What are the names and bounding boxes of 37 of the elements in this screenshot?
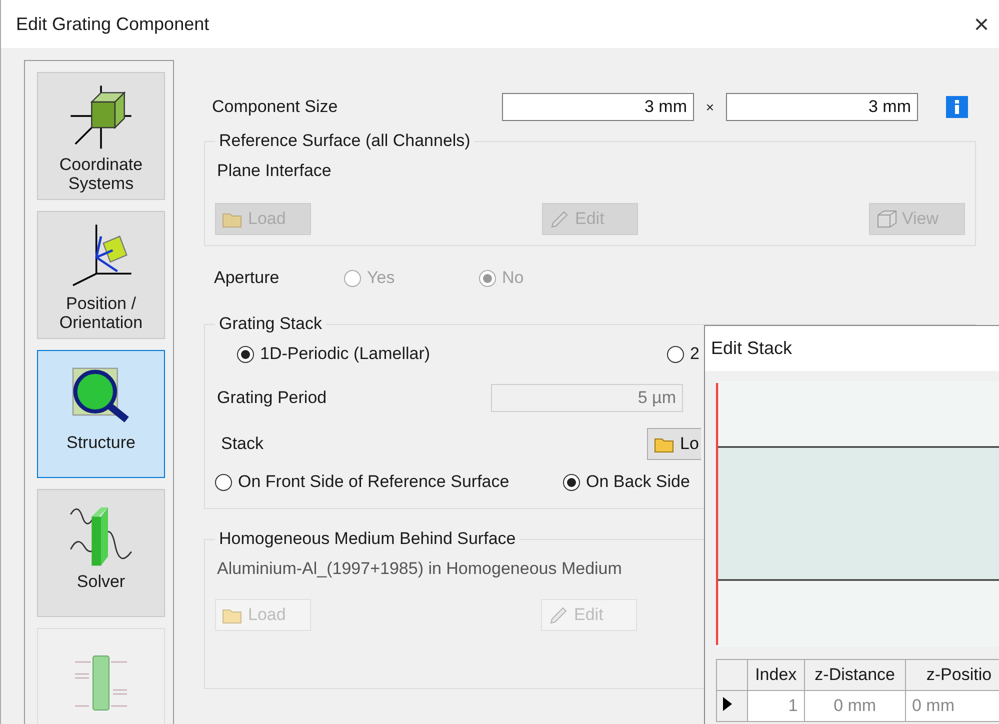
component-size-label: Component Size — [212, 97, 339, 117]
table-cell: 1 — [748, 690, 804, 722]
radio-label: 2 — [690, 344, 700, 364]
group-title: Grating Stack — [218, 314, 323, 334]
column-header: z-Distance — [804, 660, 906, 690]
medium-value: Aluminium-Al_(1997+1985) in Homogeneous Medium — [217, 559, 623, 579]
radio-label: 1D-Periodic (Lamellar) — [260, 344, 430, 364]
radio-button[interactable] — [563, 474, 580, 490]
radio-button[interactable] — [667, 346, 684, 362]
width-input[interactable]: 3 mm — [502, 93, 694, 121]
grating-period-label: Grating Period — [217, 388, 328, 408]
radio-label: No — [502, 268, 524, 288]
column-header: Index — [748, 660, 804, 690]
stack-label: Stack — [221, 434, 265, 454]
radio-label: On Front Side of Reference Surface — [238, 472, 510, 492]
table-cell: 0 mm — [804, 690, 906, 722]
load-button[interactable]: Lo — [647, 428, 701, 460]
info-icon[interactable] — [946, 96, 968, 118]
group-title: Homogeneous Medium Behind Surface — [218, 529, 517, 549]
sidebar-item[interactable]: Structure — [37, 350, 165, 478]
radio-label: Yes — [367, 268, 395, 288]
radio-label: On Back Side — [586, 472, 690, 492]
sidebar-item[interactable]: Position / Orientation — [37, 211, 165, 339]
window-title: Edit Grating Component — [16, 14, 210, 34]
sidebar-item[interactable]: Solver — [37, 489, 165, 617]
aperture-label: Aperture — [214, 268, 280, 288]
close-button[interactable]: × — [966, 8, 997, 40]
times-sign: × — [704, 99, 716, 115]
window-title: Edit Stack — [711, 338, 792, 359]
sidebar-item[interactable]: Coordinate Systems — [37, 72, 165, 200]
group-title: Reference Surface (all Channels) — [218, 131, 472, 151]
column-header: z-Positio — [905, 660, 999, 690]
cube-icon — [876, 210, 898, 228]
radio-button[interactable] — [215, 474, 232, 490]
surface-value: Plane Interface — [217, 161, 332, 181]
radio-button[interactable] — [237, 346, 254, 362]
height-input[interactable]: 3 mm — [726, 93, 918, 121]
